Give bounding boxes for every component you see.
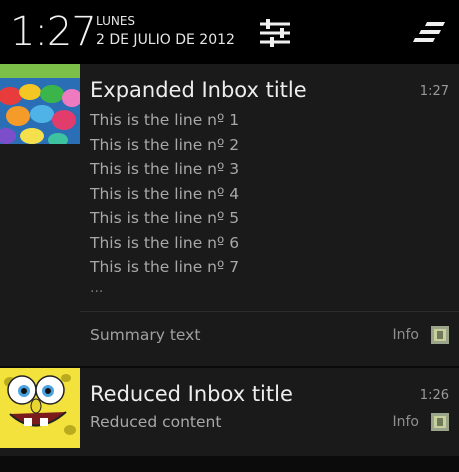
bottom-strip xyxy=(0,456,459,472)
inbox-line: This is the line nº 5 xyxy=(90,209,240,227)
settings-sliders-icon[interactable] xyxy=(258,18,292,48)
sponge-character-thumbnail xyxy=(0,368,80,448)
inbox-line: This is the line nº 6 xyxy=(90,233,240,252)
summary-text: Summary text xyxy=(90,326,201,344)
inbox-lines: This is the line nº 1 This is the line n… xyxy=(90,108,239,304)
inbox-line: This is the line nº 2 xyxy=(90,135,240,154)
inbox-line: This is the line nº 1 xyxy=(90,111,240,129)
clear-all-icon[interactable] xyxy=(413,20,447,44)
info-text: Info xyxy=(392,414,420,430)
app-small-icon xyxy=(431,413,449,431)
notification-title: Expanded Inbox title xyxy=(90,78,307,102)
weekday: LUNES xyxy=(96,14,136,28)
clock: 1:27 xyxy=(10,9,97,55)
info-text: Info xyxy=(392,327,420,343)
inbox-line: This is the line nº 3 xyxy=(90,160,240,178)
expanded-inbox-notification[interactable]: Expanded Inbox title 1:27 This is the li… xyxy=(0,64,459,366)
app-small-icon xyxy=(431,326,449,344)
reduced-inbox-notification[interactable]: Reduced Inbox title 1:26 Reduced content… xyxy=(0,368,459,456)
more-indicator: ... xyxy=(90,279,104,296)
jelly-beans-thumbnail xyxy=(0,64,80,144)
divider xyxy=(80,311,459,312)
date-block: LUNES 2 DE JULIO DE 2012 xyxy=(96,13,235,48)
reduced-content: Reduced content xyxy=(90,413,222,431)
notification-header: 1:27 LUNES 2 DE JULIO DE 2012 xyxy=(0,0,459,64)
notification-time: 1:27 xyxy=(419,84,449,99)
date: 2 DE JULIO DE 2012 xyxy=(96,32,235,48)
inbox-line: This is the line nº 4 xyxy=(90,184,240,203)
notification-title: Reduced Inbox title xyxy=(90,382,293,406)
inbox-line: This is the line nº 7 xyxy=(90,258,240,276)
notification-time: 1:26 xyxy=(419,388,449,403)
